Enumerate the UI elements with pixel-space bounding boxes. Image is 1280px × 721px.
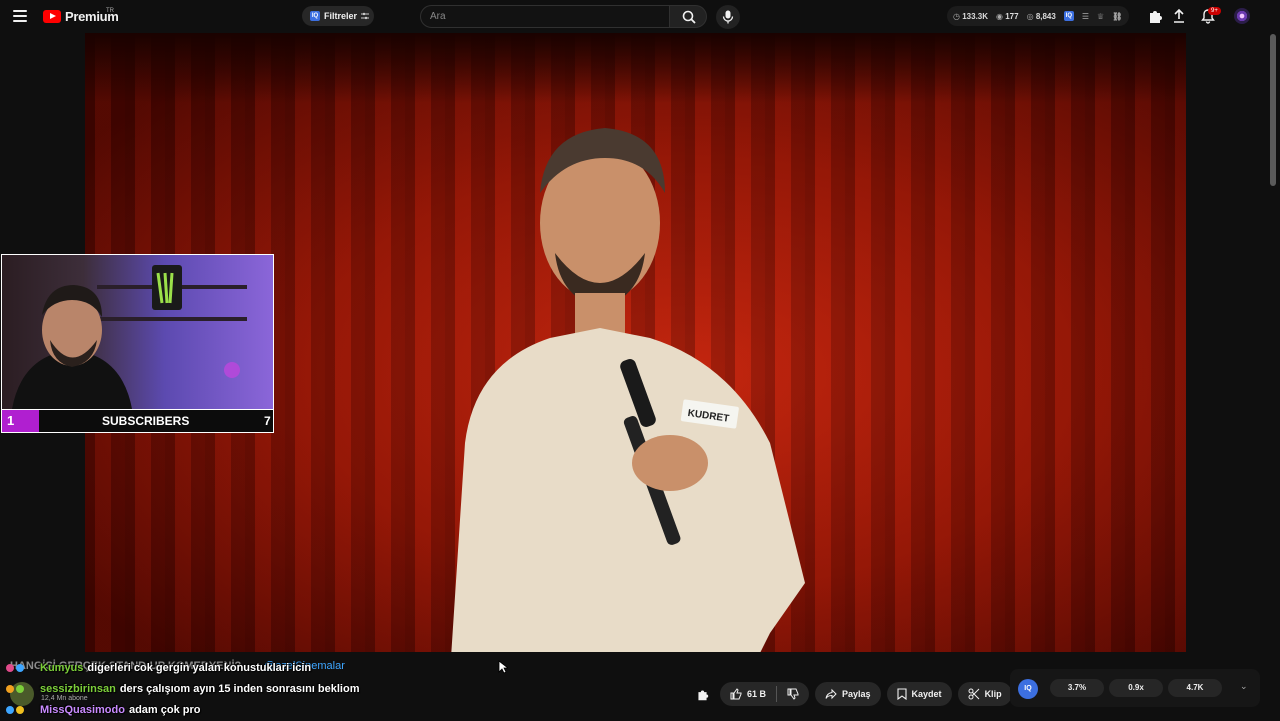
top-bar: Premium TR IQ Filtreler Ara ◷ 133.3K ◉ 1…: [0, 0, 1280, 33]
video-info-bar: HANGİSİ GERÇEK STAND-UP KOMEDYENİ? @ozel…: [0, 652, 1280, 720]
trophy-icon[interactable]: ♕: [1097, 12, 1104, 21]
chat-text: adam çok pro: [128, 704, 201, 716]
save-button[interactable]: Kaydet: [886, 682, 952, 706]
link-icon[interactable]: ⛓: [1112, 12, 1122, 21]
microphone-icon: [722, 10, 734, 24]
thumbs-up-icon: [730, 688, 742, 700]
dislike-button[interactable]: [777, 682, 809, 706]
sliders-icon: [361, 12, 370, 20]
clip-button[interactable]: Klip: [957, 682, 1012, 706]
curtain-shadow: [85, 33, 1186, 103]
clock-icon: ◷: [953, 11, 960, 21]
subscribers-label: SUBSCRIBERS: [102, 414, 190, 428]
iq-extension-icon[interactable]: IQ: [1063, 11, 1074, 21]
share-label: Paylaş: [842, 689, 871, 699]
filters-label: Filtreler: [324, 11, 358, 21]
mouse-cursor-icon: [498, 660, 508, 674]
thumbs-down-icon: [787, 688, 799, 700]
like-count: 61 B: [747, 689, 767, 699]
save-label: Kaydet: [911, 689, 942, 699]
youtube-play-icon: [43, 10, 61, 23]
chat-text: ders çalışıom ayın 15 inden sonrasını be…: [119, 683, 360, 695]
subscriber-count-left: 1: [2, 410, 39, 432]
iq-stat-count: 4.7K: [1168, 679, 1222, 697]
chat-message: MissQuasimodo adam çok pro: [6, 700, 466, 721]
bookmark-icon: [896, 688, 907, 700]
account-avatar[interactable]: [1234, 8, 1250, 24]
upload-icon[interactable]: [1171, 8, 1187, 24]
search-placeholder: Ara: [430, 11, 446, 22]
views-stat: ◷ 133.3K: [953, 11, 989, 21]
webcam-figure: [12, 265, 247, 409]
comedian-figure: KUDRET: [451, 128, 805, 652]
chat-badges: [6, 700, 40, 720]
page-scrollbar[interactable]: [1270, 34, 1276, 186]
webcam-scene: [2, 255, 273, 409]
comments-stat: ◉ 177: [996, 11, 1019, 21]
video-stats-widget[interactable]: ◷ 133.3K ◉ 177 ◎ 8,843 IQ ☰ ♕ ⛓: [947, 6, 1129, 26]
iq-stat-multiplier: 0.9x: [1109, 679, 1163, 697]
menu-icon[interactable]: [13, 9, 29, 23]
extension-puzzle-button[interactable]: [690, 682, 714, 706]
streamer-webcam-overlay: 1 SUBSCRIBERS 7: [1, 254, 274, 433]
eye-icon: ◎: [1026, 11, 1034, 21]
subscriber-counter-bar: 1 SUBSCRIBERS 7: [2, 409, 273, 432]
chat-badges: [6, 658, 40, 678]
extension-puzzle-icon: [697, 689, 708, 700]
third-stat: ◎ 8,843: [1026, 11, 1056, 21]
chat-overlay: Kumyus digerleri cok gergin yalan konustu…: [6, 658, 466, 721]
list-icon[interactable]: ☰: [1082, 12, 1089, 21]
chat-username: sessizbirinsan: [40, 683, 116, 695]
iq-extension-icon: IQ: [310, 11, 320, 21]
search-input[interactable]: Ara: [420, 5, 670, 28]
region-code: TR: [106, 8, 114, 14]
scissors-icon: [968, 688, 979, 700]
iq-stat-percent: 3.7%: [1050, 679, 1104, 697]
chevron-down-icon[interactable]: ⌄: [1240, 681, 1248, 692]
chat-username: Kumyus: [40, 662, 84, 674]
chat-message: Kumyus digerleri cok gergin yalan konustu…: [6, 658, 466, 679]
chat-text: digerleri cok gergin yalan konustuklari …: [87, 662, 312, 674]
like-button[interactable]: 61 B: [720, 682, 776, 706]
clip-label: Klip: [984, 689, 1002, 699]
share-arrow-icon: [825, 688, 837, 700]
eye-icon: ◉: [996, 11, 1003, 21]
filters-button[interactable]: IQ Filtreler: [302, 6, 374, 26]
iq-logo-icon: IQ: [1018, 679, 1038, 699]
chat-username: MissQuasimodo: [40, 704, 125, 716]
voice-search-button[interactable]: [716, 5, 740, 29]
chat-message: sessizbirinsan ders çalışıom ayın 15 inde…: [6, 679, 466, 700]
extension-puzzle-icon[interactable]: [1147, 8, 1163, 24]
video-actions: 61 B Paylaş Kaydet Klip ···: [690, 682, 1042, 706]
search-button[interactable]: [669, 5, 707, 28]
iq-stats-panel[interactable]: IQ 3.7% 0.9x 4.7K ⌄: [1010, 669, 1260, 707]
like-dislike-group: 61 B: [720, 682, 810, 706]
chat-badges: [6, 679, 40, 699]
share-button[interactable]: Paylaş: [815, 682, 881, 706]
search-icon: [682, 10, 696, 24]
subscriber-count-right: 7: [264, 414, 271, 428]
notification-count-badge: 9+: [1208, 7, 1221, 15]
